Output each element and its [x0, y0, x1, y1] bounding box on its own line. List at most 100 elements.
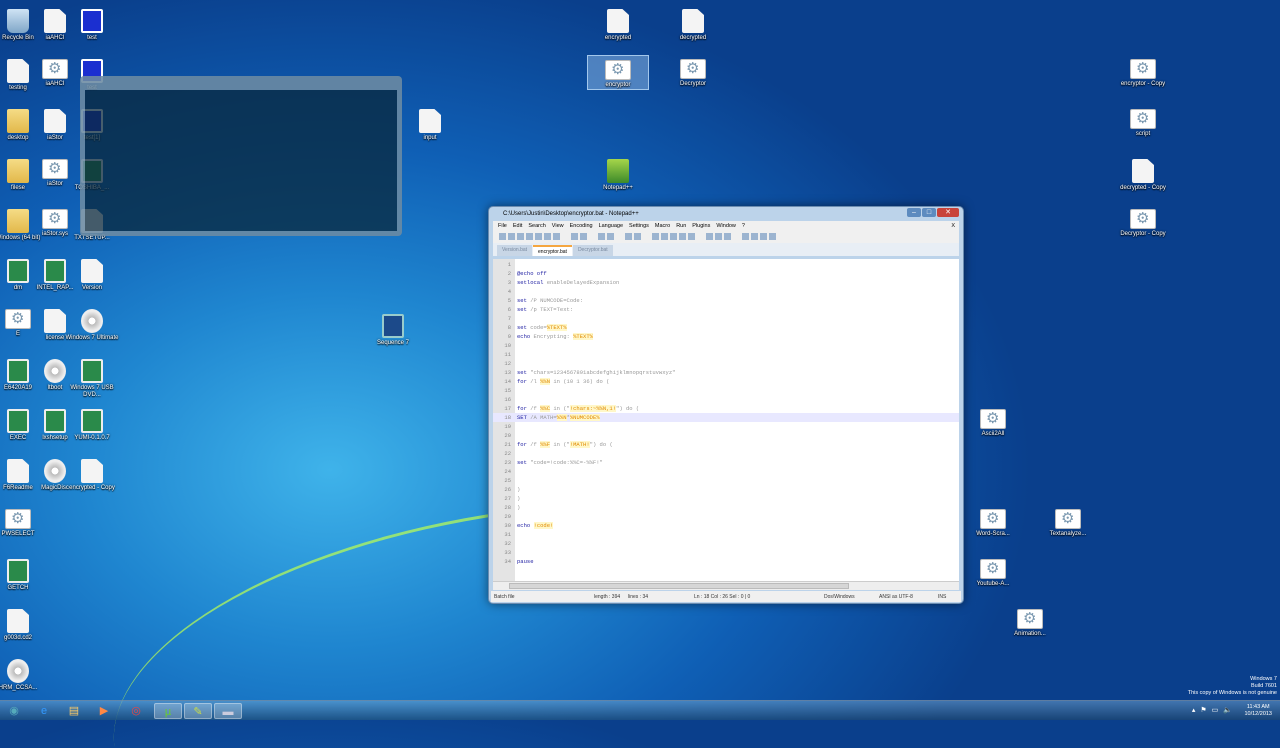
code-editor[interactable]: 1 2 @echo off 3 setlocal enableDelayedExpans… [493, 259, 959, 581]
desktop-icon[interactable]: Animation... [999, 605, 1061, 638]
desktop-icon[interactable]: decrypted - Copy [1112, 155, 1174, 192]
toolbar-button-icon[interactable] [679, 233, 686, 240]
menu-run[interactable]: Run [676, 223, 686, 229]
desktop-icon[interactable]: GETCH [0, 555, 49, 592]
desktop-icon[interactable]: Decryptor - Copy [1112, 205, 1174, 238]
desktop-icon[interactable]: test [61, 5, 123, 42]
menu-help[interactable]: ? [742, 223, 745, 229]
desktop-icon[interactable]: Decryptor [662, 55, 724, 88]
desktop-icon[interactable]: PWSELECT [0, 505, 49, 538]
taskbar-button[interactable]: ◉ [0, 703, 28, 719]
desktop-icon[interactable]: input [399, 105, 461, 142]
menu-macro[interactable]: Macro [655, 223, 670, 229]
horizontal-scrollbar[interactable] [493, 581, 959, 590]
toolbar-button-icon[interactable] [607, 233, 614, 240]
desktop-icon[interactable]: Textanalyze... [1037, 505, 1099, 538]
toolbar-button-icon[interactable] [598, 233, 605, 240]
network-icon[interactable]: ▭ [1212, 706, 1219, 714]
taskbar-button[interactable]: ▶ [90, 703, 118, 719]
close-button[interactable]: ✕ [937, 208, 959, 217]
menu-close-button[interactable]: X [951, 223, 955, 229]
tab-file[interactable]: Version.bat [497, 245, 533, 256]
tab-file[interactable]: Decryptor.bat [572, 245, 613, 256]
toolbar-button-icon[interactable] [544, 233, 551, 240]
taskbar-button[interactable]: µ [154, 703, 182, 719]
menu-view[interactable]: View [552, 223, 564, 229]
desktop-icon[interactable]: Ascii2All [962, 405, 1024, 438]
toolbar-button-icon[interactable] [778, 233, 785, 240]
toolbar-button-icon[interactable] [625, 233, 632, 240]
desktop-icon[interactable]: Notepad++ [587, 155, 649, 192]
toolbar-button-icon[interactable] [652, 233, 659, 240]
desktop-icon[interactable]: decrypted [662, 5, 724, 42]
toolbar-button-icon[interactable] [571, 233, 578, 240]
menu-encoding[interactable]: Encoding [570, 223, 593, 229]
line-number: 18 [504, 414, 511, 421]
toolbar-button-icon[interactable] [670, 233, 677, 240]
clock[interactable]: 11:43 AM 10/12/2013 [1244, 704, 1272, 718]
menu-edit[interactable]: Edit [513, 223, 522, 229]
toolbar-button-icon[interactable] [742, 233, 749, 240]
toolbar-button-icon[interactable] [706, 233, 713, 240]
toolbar-button-icon[interactable] [535, 233, 542, 240]
line-number: 19 [504, 423, 511, 430]
menu-language[interactable]: Language [599, 223, 623, 229]
toolbar-button-icon[interactable] [760, 233, 767, 240]
taskbar-button[interactable]: ✎ [184, 703, 212, 719]
menu-plugins[interactable]: Plugins [692, 223, 710, 229]
desktop-icon[interactable]: g003d.cd2 [0, 605, 49, 642]
desktop-icon[interactable]: encryptor [587, 55, 649, 90]
desktop-icon[interactable]: Version [61, 255, 123, 292]
desktop-icon[interactable]: Word-Scra... [962, 505, 1024, 538]
toolbar-button-icon[interactable] [769, 233, 776, 240]
toolbar-button-icon[interactable] [634, 233, 641, 240]
desktop-icon[interactable]: HRM_CCSA... [0, 655, 49, 692]
title-bar[interactable]: C:\Users\Justin\Desktop\encryptor.bat - … [489, 207, 963, 221]
scrollbar-thumb[interactable] [509, 583, 849, 589]
desktop-icon[interactable]: Windows 7 USB DVD... [61, 355, 123, 399]
show-hidden-icons[interactable]: ▴ [1192, 706, 1196, 714]
toolbar-button-icon[interactable] [526, 233, 533, 240]
toolbar-button-icon[interactable] [688, 233, 695, 240]
menu-search[interactable]: Search [528, 223, 545, 229]
menu-settings[interactable]: Settings [629, 223, 649, 229]
taskbar-button[interactable]: ▬ [214, 703, 242, 719]
desktop-icon[interactable]: encrypted - Copy [61, 455, 123, 492]
volume-icon[interactable]: 🔈 [1223, 706, 1232, 714]
taskbar-button[interactable]: ◎ [122, 703, 150, 719]
gear-icon [1017, 609, 1043, 629]
code-line: 2 @echo off [493, 269, 959, 278]
menu-window[interactable]: Window [716, 223, 736, 229]
toolbar-button-icon[interactable] [751, 233, 758, 240]
gear-icon [980, 509, 1006, 529]
toolbar-button-icon[interactable] [517, 233, 524, 240]
toolbar-button-icon[interactable] [715, 233, 722, 240]
toolbar-button-icon[interactable] [733, 233, 740, 240]
maximize-button[interactable]: □ [922, 208, 936, 217]
taskbar-button[interactable]: ▤ [60, 703, 88, 719]
minimize-button[interactable]: – [907, 208, 921, 217]
toolbar-button-icon[interactable] [616, 233, 623, 240]
toolbar-button-icon[interactable] [508, 233, 515, 240]
menu-file[interactable]: File [498, 223, 507, 229]
desktop-icon[interactable]: Windows 7 Ultimate [61, 305, 123, 342]
toolbar-button-icon[interactable] [553, 233, 560, 240]
desktop-icon[interactable]: YUMI-0.1.0.7 [61, 405, 123, 442]
desktop-icon[interactable]: encryptor - Copy [1112, 55, 1174, 88]
action-center-icon[interactable]: ⚑ [1200, 706, 1206, 714]
desktop-icon[interactable]: script [1112, 105, 1174, 138]
toolbar-button-icon[interactable] [697, 233, 704, 240]
toolbar-button-icon[interactable] [499, 233, 506, 240]
toolbar-button-icon[interactable] [580, 233, 587, 240]
code-line: 19 [493, 422, 959, 431]
desktop-icon[interactable]: encrypted [587, 5, 649, 42]
toolbar-button-icon[interactable] [661, 233, 668, 240]
toolbar-button-icon[interactable] [643, 233, 650, 240]
toolbar-button-icon[interactable] [589, 233, 596, 240]
toolbar-button-icon[interactable] [724, 233, 731, 240]
taskbar-button[interactable]: e [30, 703, 58, 719]
desktop-icon[interactable]: Sequence 7 [362, 310, 424, 347]
tab-file[interactable]: encryptor.bat [533, 245, 572, 256]
desktop-icon[interactable]: Youtube-A... [962, 555, 1024, 588]
toolbar-button-icon[interactable] [562, 233, 569, 240]
